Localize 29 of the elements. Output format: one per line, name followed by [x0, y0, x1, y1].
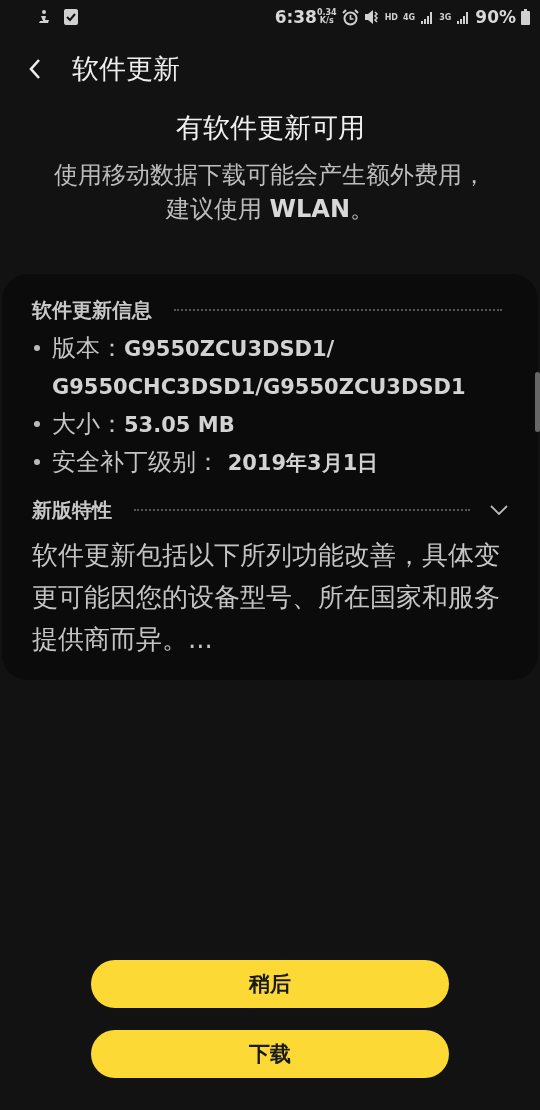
bullet-icon: [34, 421, 40, 427]
status-time: 6:38: [274, 7, 317, 27]
section-title: 新版特性: [32, 496, 112, 524]
info-item: 大小：53.05 MB: [52, 409, 235, 440]
hd-label: HD: [384, 12, 398, 22]
network-type: 3G: [439, 12, 452, 22]
checkbox-notification-icon: [64, 9, 78, 25]
network-type: 4G: [403, 12, 416, 22]
mute-icon: [363, 9, 380, 25]
section-title: 软件更新信息: [32, 296, 152, 324]
update-title: 有软件更新可用: [174, 111, 366, 145]
alarm-icon: [341, 8, 359, 26]
info-item: 版本：G9550ZCU3DSD1/ G9550CHC3DSD1/G9550ZCU3DSD1: [52, 333, 466, 401]
signal-icon: [420, 10, 435, 24]
page-title: 软件更新: [72, 52, 180, 86]
bullet-icon: [34, 345, 40, 351]
app-notification-icon: [36, 9, 52, 25]
features-description: 软件更新包括以下所列功能改善，具体变更可能因您的设备型号、所在国家和服务提供商而异。...: [32, 539, 501, 656]
info-item: 安全补丁级别： 2019年3月1日: [52, 447, 379, 478]
bullet-icon: [34, 459, 40, 465]
battery-icon: [521, 9, 530, 25]
signal-icon: [456, 10, 471, 24]
back-icon[interactable]: [28, 58, 42, 80]
action-button[interactable]: 稍后: [91, 960, 449, 1008]
battery-percent: 90%: [475, 7, 516, 27]
network-speed: 0.34 K/s: [316, 9, 337, 25]
data-usage-message: 使用移动数据下载可能会产生额外费用，建议使用 WLAN。: [53, 160, 487, 225]
chevron-down-icon[interactable]: [490, 505, 508, 515]
action-button[interactable]: 下载: [91, 1030, 449, 1078]
